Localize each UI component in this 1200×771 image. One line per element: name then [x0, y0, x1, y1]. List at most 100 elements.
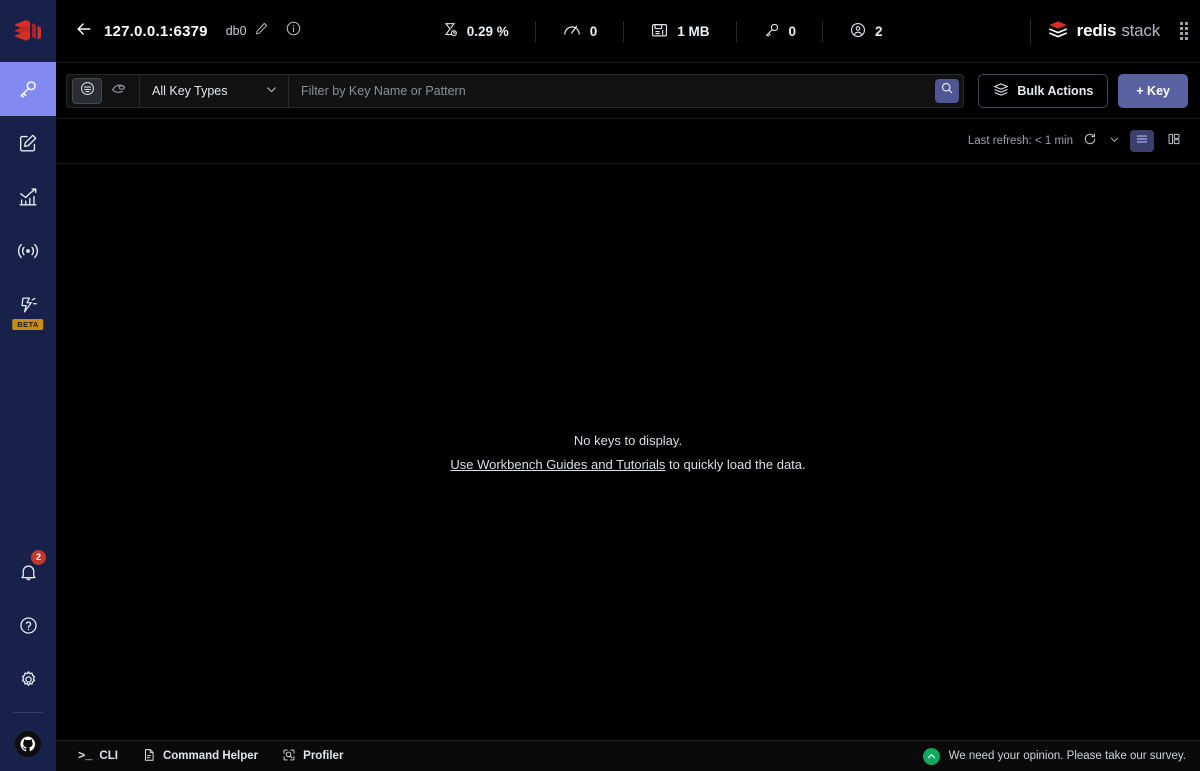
bar-chart-icon — [17, 186, 39, 208]
grouped-view-icon — [1167, 132, 1181, 151]
workbench-guides-link[interactable]: Use Workbench Guides and Tutorials — [450, 457, 665, 472]
cli-button[interactable]: >_ CLI — [66, 741, 130, 771]
header-metrics: 0.29 % 0 — [302, 21, 1022, 42]
notification-count-badge: 2 — [31, 550, 46, 565]
metric-total-memory[interactable]: 1 MB — [623, 21, 735, 42]
brand-word-stack: stack — [1121, 21, 1160, 40]
last-refresh-label: Last refresh: < 1 min — [968, 135, 1073, 147]
content-area: All Key Types — [56, 62, 1200, 740]
command-helper-label: Command Helper — [163, 750, 258, 762]
bulk-actions-button[interactable]: Bulk Actions — [978, 74, 1108, 108]
key-type-select[interactable]: All Key Types — [139, 74, 289, 108]
key-type-label: All Key Types — [152, 84, 228, 98]
edit-square-icon — [17, 132, 39, 154]
sidebar-item-workbench[interactable] — [0, 116, 56, 170]
list-view-button[interactable] — [1130, 130, 1154, 152]
metric-connected-clients[interactable]: 2 — [822, 21, 909, 42]
sidebar-item-triggers-and-functions[interactable]: BETA — [0, 278, 56, 332]
metric-cpu-usage[interactable]: 0.29 % — [415, 21, 535, 42]
keys-view-toggle-group — [66, 74, 139, 108]
search-icon — [940, 81, 954, 100]
redis-stack-brand[interactable]: redisstack — [1030, 19, 1188, 44]
profiler-label: Profiler — [303, 750, 343, 762]
terminal-prompt-icon: >_ — [78, 749, 92, 763]
keys-tree-view-toggle[interactable] — [104, 78, 134, 104]
metric-value: 1 MB — [677, 24, 709, 39]
main-column: 127.0.0.1:6379 db0 — [56, 0, 1200, 771]
refresh-row: Last refresh: < 1 min — [56, 119, 1200, 164]
sidebar-item-github[interactable] — [0, 717, 56, 771]
survey-text: We need your opinion. Please take our su… — [949, 750, 1186, 762]
lightning-icon — [17, 294, 39, 316]
key-filter-field — [289, 74, 964, 108]
metric-value: 0 — [590, 24, 598, 39]
profiler-button[interactable]: Profiler — [270, 741, 355, 771]
document-icon — [142, 748, 156, 765]
github-icon — [15, 731, 41, 757]
metric-value: 0.29 % — [467, 24, 509, 39]
search-input[interactable] — [301, 84, 935, 98]
metric-value: 2 — [875, 24, 883, 39]
beta-badge: BETA — [12, 319, 43, 330]
refresh-button[interactable] — [1081, 130, 1099, 153]
list-view-icon — [1135, 132, 1149, 151]
apps-grid-icon[interactable] — [1180, 22, 1188, 40]
search-square-icon — [282, 748, 296, 765]
sidebar-item-settings[interactable] — [0, 652, 56, 706]
user-circle-icon — [849, 21, 867, 42]
arrow-left-icon — [74, 19, 94, 44]
memory-icon — [650, 21, 669, 42]
search-button[interactable] — [935, 79, 959, 103]
redis-stack-layers-icon — [1047, 19, 1069, 44]
chevron-down-icon — [1109, 132, 1120, 150]
grouped-view-button[interactable] — [1162, 130, 1186, 152]
back-button[interactable] — [74, 15, 104, 48]
app-root: BETA 2 — [0, 0, 1200, 771]
filter-toolbar: All Key Types — [56, 63, 1200, 119]
sidebar-divider — [13, 712, 43, 713]
top-header: 127.0.0.1:6379 db0 — [56, 0, 1200, 62]
survey-banner[interactable]: We need your opinion. Please take our su… — [923, 748, 1186, 765]
gear-icon — [18, 669, 39, 690]
brand-word-redis: redis — [1077, 21, 1117, 40]
empty-state-suffix: to quickly load the data. — [665, 457, 805, 472]
command-helper-button[interactable]: Command Helper — [130, 741, 270, 771]
database-index: db0 — [226, 24, 247, 38]
pencil-icon — [254, 21, 269, 41]
key-icon — [17, 78, 39, 100]
key-icon — [763, 21, 781, 42]
broadcast-icon — [16, 240, 40, 262]
database-info-button[interactable] — [285, 20, 302, 42]
edit-database-button[interactable] — [254, 21, 269, 41]
sidebar-item-pubsub[interactable] — [0, 224, 56, 278]
metric-commands-per-second[interactable]: 0 — [535, 21, 624, 42]
refresh-icon — [1083, 132, 1097, 151]
layers-icon — [993, 82, 1009, 100]
sidebar-item-analysis-tools[interactable] — [0, 170, 56, 224]
empty-state-subtitle: Use Workbench Guides and Tutorials to qu… — [450, 457, 805, 472]
survey-icon — [923, 748, 940, 765]
speedometer-icon — [562, 21, 582, 42]
connection-host: 127.0.0.1:6379 — [104, 23, 208, 40]
refresh-options-button[interactable] — [1107, 130, 1122, 152]
empty-state: No keys to display. Use Workbench Guides… — [56, 164, 1200, 740]
cli-label: CLI — [99, 750, 118, 762]
sidebar-item-notifications[interactable]: 2 — [0, 544, 56, 598]
keys-tree-icon — [110, 80, 128, 102]
redis-logo[interactable] — [0, 0, 56, 62]
sidebar: BETA 2 — [0, 0, 56, 771]
metric-value: 0 — [789, 24, 797, 39]
brand-label: redisstack — [1077, 21, 1160, 41]
sidebar-item-help[interactable] — [0, 598, 56, 652]
keys-list-view-toggle[interactable] — [72, 78, 102, 104]
empty-state-title: No keys to display. — [574, 433, 682, 448]
sidebar-item-browser[interactable] — [0, 62, 56, 116]
add-key-button[interactable]: + Key — [1118, 74, 1188, 108]
keys-list-icon — [79, 80, 96, 102]
chevron-down-icon — [265, 83, 278, 99]
cpu-hourglass-icon — [441, 21, 459, 42]
metric-total-keys[interactable]: 0 — [736, 21, 823, 42]
question-circle-icon — [18, 615, 39, 636]
info-circle-icon — [285, 20, 302, 42]
bottom-bar: >_ CLI Command Helper — [56, 740, 1200, 771]
